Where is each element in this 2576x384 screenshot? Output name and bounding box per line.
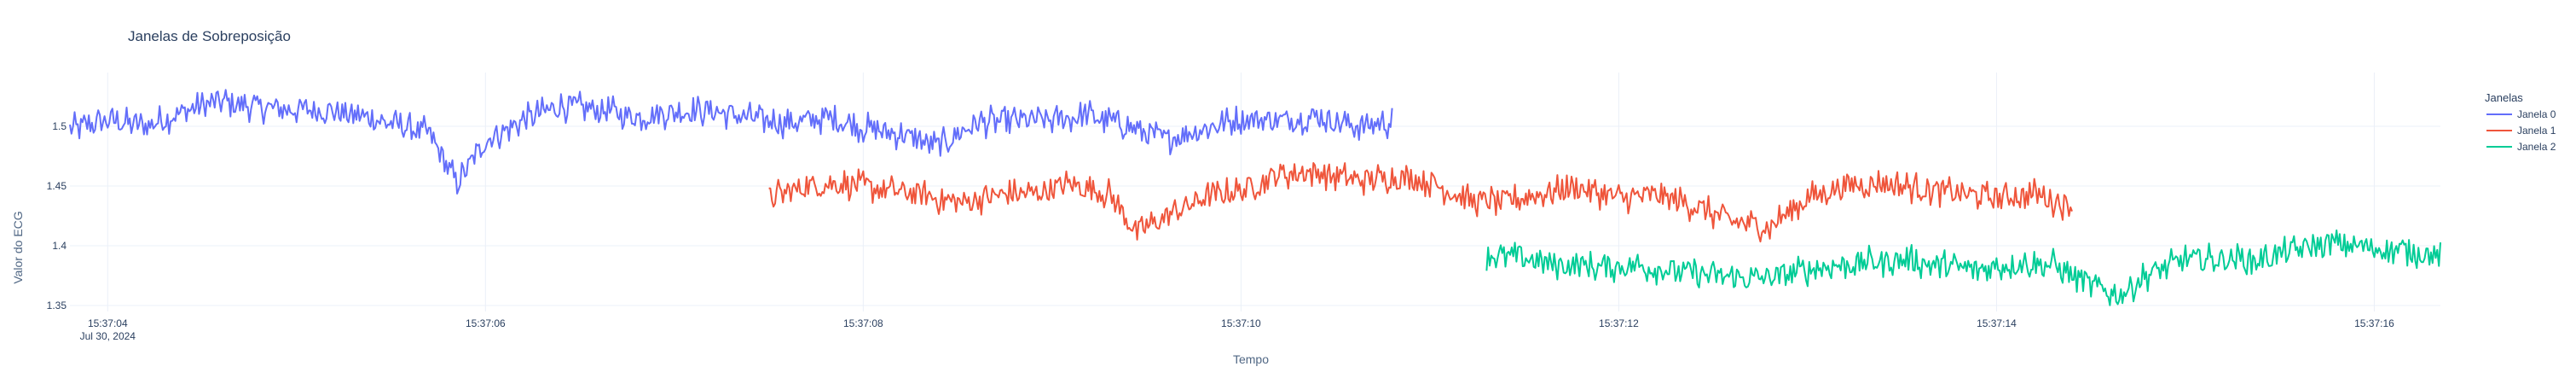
x-date-label: Jul 30, 2024 — [80, 330, 136, 342]
legend-item-label[interactable]: Janela 1 — [2517, 125, 2556, 137]
x-tick-label: 15:37:06 — [466, 317, 506, 329]
axis-ticks: 1.35 1.4 1.45 1.5 15:37:04 15:37:06 15:37:08 15… — [47, 120, 2395, 342]
legend-title: Janelas — [2485, 91, 2523, 104]
x-axis-label: Tempo — [1233, 352, 1269, 366]
y-tick-label: 1.5 — [52, 120, 67, 132]
plot-area — [69, 89, 2441, 306]
chart-title: Janelas de Sobreposição — [128, 28, 291, 44]
y-axis-label: Valor do ECG — [11, 211, 25, 283]
series-line-janela-1[interactable] — [768, 162, 2073, 243]
x-tick-label: 15:37:14 — [1977, 317, 2017, 329]
x-tick-label: 15:37:08 — [843, 317, 883, 329]
x-tick-label: 15:37:16 — [2354, 317, 2394, 329]
y-tick-label: 1.45 — [47, 180, 67, 192]
legend: Janelas Janela 0 Janela 1 Janela 2 — [2485, 91, 2556, 153]
series-line-janela-0[interactable] — [69, 89, 1393, 195]
legend-item-label[interactable]: Janela 0 — [2517, 108, 2556, 120]
x-tick-label: 15:37:04 — [88, 317, 128, 329]
x-tick-label: 15:37:12 — [1599, 317, 1639, 329]
y-tick-label: 1.4 — [52, 240, 67, 252]
y-tick-label: 1.35 — [47, 300, 67, 311]
series-line-janela-2[interactable] — [1485, 229, 2441, 306]
x-tick-label: 15:37:10 — [1221, 317, 1261, 329]
legend-item-label[interactable]: Janela 2 — [2517, 141, 2556, 153]
chart: Janelas de Sobreposição 1.35 1.4 1.45 1.5 15… — [11, 28, 2556, 366]
